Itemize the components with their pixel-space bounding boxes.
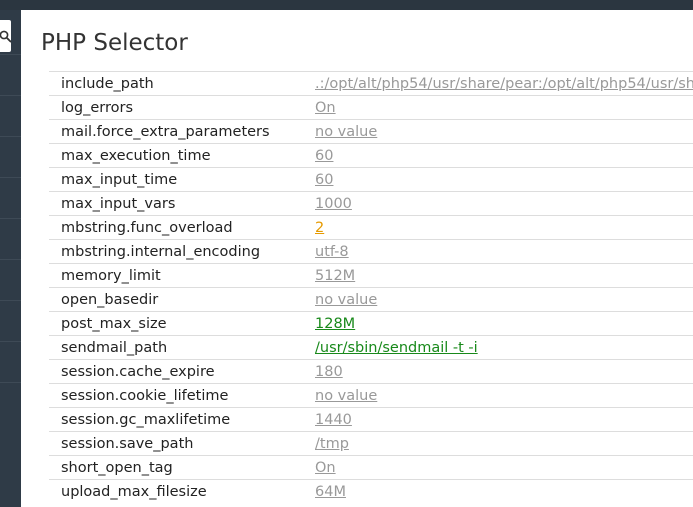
option-row: memory_limit 512M: [49, 263, 693, 288]
option-name: session.gc_maxlifetime: [61, 411, 231, 428]
option-value-link[interactable]: no value: [315, 124, 377, 140]
option-value-cell: no value: [315, 384, 693, 408]
option-value-cell: .:/opt/alt/php54/usr/share/pear:/opt/alt…: [315, 72, 693, 96]
option-row: session.cookie_lifetime no value: [49, 383, 693, 408]
sidebar-item-2[interactable]: [0, 95, 21, 136]
php-options-list: include_path .:/opt/alt/php54/usr/share/p…: [49, 71, 693, 504]
option-value-cell: 2: [315, 216, 693, 240]
option-row: mbstring.func_overload 2: [49, 215, 693, 240]
option-value-link[interactable]: /usr/sbin/sendmail -t -i: [315, 340, 478, 356]
option-value-link[interactable]: 1440: [315, 412, 352, 428]
option-value-cell: 512M: [315, 264, 693, 288]
option-value-link[interactable]: 60: [315, 172, 333, 188]
option-value-cell: 128M: [315, 312, 693, 336]
option-value-cell: utf-8: [315, 240, 693, 264]
option-value-cell: /usr/sbin/sendmail -t -i: [315, 336, 693, 360]
option-value-link[interactable]: 2: [315, 220, 324, 236]
php-options-table: include_path .:/opt/alt/php54/usr/share/p…: [49, 71, 693, 504]
option-value-link[interactable]: no value: [315, 388, 377, 404]
option-name: log_errors: [61, 99, 134, 116]
option-value-link[interactable]: 128M: [315, 316, 355, 332]
option-value-link[interactable]: /tmp: [315, 436, 349, 452]
option-value-link[interactable]: utf-8: [315, 244, 349, 260]
option-value-cell: 1000: [315, 192, 693, 216]
main-content: PHP Selector include_path .:/opt/alt/php5…: [21, 10, 693, 507]
option-row: short_open_tag On: [49, 455, 693, 480]
option-value-cell: /tmp: [315, 432, 693, 456]
sidebar-item-5[interactable]: [0, 218, 21, 259]
option-row: mbstring.internal_encoding utf-8: [49, 239, 693, 264]
option-name: short_open_tag: [61, 459, 173, 476]
option-row: session.save_path/tmp: [49, 431, 693, 456]
option-name: sendmail_path: [61, 339, 168, 356]
option-name: include_path: [61, 75, 154, 92]
option-value-cell: 60: [315, 168, 693, 192]
option-value-link[interactable]: 512M: [315, 268, 355, 284]
option-name: mbstring.internal_encoding: [61, 243, 261, 260]
top-bar: [0, 0, 693, 10]
sidebar-item-6[interactable]: [0, 259, 21, 300]
option-row: max_execution_time 60: [49, 143, 693, 168]
option-value-cell: On: [315, 456, 693, 480]
search-icon: [0, 29, 11, 43]
option-value-link[interactable]: 60: [315, 148, 333, 164]
option-value-link[interactable]: On: [315, 100, 336, 116]
option-row: upload_max_filesize 64M: [49, 479, 693, 504]
option-name: mbstring.func_overload: [61, 219, 233, 236]
sidebar: [0, 10, 21, 507]
page-title: PHP Selector: [41, 30, 188, 56]
sidebar-item-4[interactable]: [0, 177, 21, 218]
option-name: session.cookie_lifetime: [61, 387, 229, 404]
option-name: memory_limit: [61, 267, 161, 284]
option-row: sendmail_path/usr/sbin/sendmail -t -i: [49, 335, 693, 360]
option-row: post_max_size 128M: [49, 311, 693, 336]
option-value-link[interactable]: On: [315, 460, 336, 476]
sidebar-item-3[interactable]: [0, 136, 21, 177]
option-name: mail.force_extra_parameters: [61, 123, 270, 140]
option-name: max_input_time: [61, 171, 178, 188]
option-name: max_execution_time: [61, 147, 211, 164]
sidebar-item-7[interactable]: [0, 300, 21, 341]
option-value-cell: 1440: [315, 408, 693, 432]
option-name: post_max_size: [61, 315, 167, 332]
sidebar-item-8[interactable]: [0, 341, 21, 382]
option-row: mail.force_extra_parameters no value: [49, 119, 693, 144]
option-name: open_basedir: [61, 291, 159, 308]
option-row: session.cache_expire 180: [49, 359, 693, 384]
option-row: open_basedir no value: [49, 287, 693, 312]
sidebar-item-9[interactable]: [0, 382, 21, 423]
option-value-link[interactable]: 180: [315, 364, 343, 380]
option-value-link[interactable]: .:/opt/alt/php54/usr/share/pear:/opt/alt…: [315, 76, 693, 92]
option-value-link[interactable]: no value: [315, 292, 377, 308]
option-name: session.save_path: [61, 435, 194, 452]
option-value-cell: no value: [315, 288, 693, 312]
option-row: max_input_vars 1000: [49, 191, 693, 216]
option-value-cell: 64M: [315, 480, 693, 504]
option-value-cell: 180: [315, 360, 693, 384]
option-row: log_errors On: [49, 95, 693, 120]
option-name: upload_max_filesize: [61, 483, 207, 500]
option-row: max_input_time 60: [49, 167, 693, 192]
option-row: include_path .:/opt/alt/php54/usr/share/p…: [49, 71, 693, 96]
sidebar-item-1[interactable]: [0, 54, 21, 95]
option-row: session.gc_maxlifetime 1440: [49, 407, 693, 432]
option-name: max_input_vars: [61, 195, 176, 212]
sidebar-search-button[interactable]: [0, 20, 11, 52]
option-value-cell: no value: [315, 120, 693, 144]
option-value-cell: On: [315, 96, 693, 120]
option-name: session.cache_expire: [61, 363, 215, 380]
option-value-link[interactable]: 64M: [315, 484, 346, 500]
option-value-link[interactable]: 1000: [315, 196, 352, 212]
option-value-cell: 60: [315, 144, 693, 168]
